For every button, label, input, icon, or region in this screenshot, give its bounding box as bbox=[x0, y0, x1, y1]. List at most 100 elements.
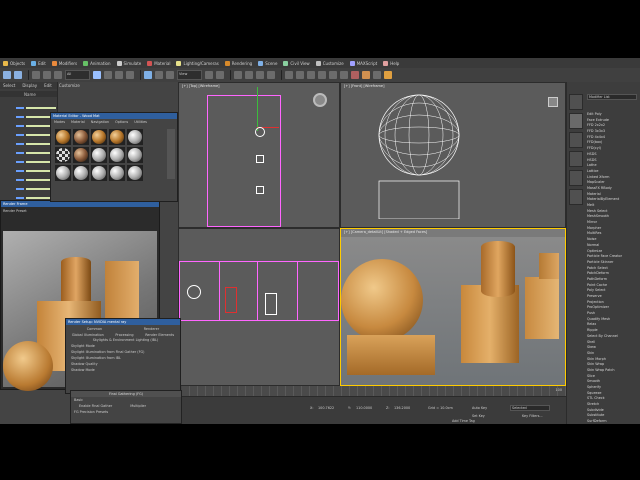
explorer-tab-edit[interactable]: Edit bbox=[44, 83, 52, 88]
unlink-icon[interactable] bbox=[43, 71, 51, 79]
tab-common[interactable]: Common bbox=[87, 327, 102, 331]
menu-item-customize[interactable]: Customize bbox=[315, 60, 344, 66]
move-icon[interactable] bbox=[144, 71, 152, 79]
me-menu-utilities[interactable]: Utilities bbox=[134, 120, 147, 124]
viewport-label[interactable]: [+] [Camera_detailLit] [Shaded + Edged F… bbox=[344, 230, 427, 234]
me-menu-material[interactable]: Material bbox=[71, 120, 85, 124]
rect-selection-icon[interactable] bbox=[115, 71, 123, 79]
material-slot[interactable] bbox=[73, 147, 89, 163]
z-coord-field[interactable]: 136.2000 bbox=[394, 406, 410, 410]
x-coord-field[interactable]: 100.7622 bbox=[318, 406, 334, 410]
set-key-button[interactable]: Set Key bbox=[472, 414, 485, 418]
tab-renderer[interactable]: Renderer bbox=[144, 327, 159, 331]
window-crossing-icon[interactable] bbox=[126, 71, 134, 79]
selection-filter-dropdown[interactable]: All bbox=[65, 70, 90, 80]
menu-item-scene[interactable]: Scene bbox=[258, 60, 277, 66]
viewport-perspective[interactable]: [+] [Camera_detailLit] [Shaded + Edged F… bbox=[340, 228, 566, 386]
sphere-base-box[interactable] bbox=[347, 335, 435, 375]
undo-icon[interactable] bbox=[3, 71, 11, 79]
viewport-left[interactable] bbox=[178, 228, 340, 386]
y-coord-field[interactable]: 110.0000 bbox=[356, 406, 372, 410]
link-icon[interactable] bbox=[32, 71, 40, 79]
redo-icon[interactable] bbox=[14, 71, 22, 79]
wood-sphere[interactable] bbox=[341, 259, 423, 341]
key-mode-dropdown[interactable]: Selected bbox=[510, 405, 550, 411]
material-editor-icon[interactable] bbox=[351, 71, 359, 79]
material-slot[interactable] bbox=[91, 129, 107, 145]
sphere-wireframe[interactable] bbox=[255, 127, 265, 137]
curve-editor-icon[interactable] bbox=[329, 71, 337, 79]
box-wireframe[interactable] bbox=[256, 155, 264, 163]
material-slot[interactable] bbox=[109, 165, 125, 181]
select-object-icon[interactable] bbox=[93, 71, 101, 79]
named-selection-icon[interactable] bbox=[285, 71, 293, 79]
key-filters-button[interactable]: Key Filters... bbox=[522, 414, 543, 418]
spinner-snap-icon[interactable] bbox=[267, 71, 275, 79]
menu-item-civil-view[interactable]: Civil View bbox=[283, 60, 310, 66]
bind-icon[interactable] bbox=[54, 71, 62, 79]
add-time-tag[interactable]: Add Time Tag bbox=[452, 419, 475, 423]
menu-item-objects[interactable]: Objects bbox=[3, 60, 25, 66]
explorer-tab-display[interactable]: Display bbox=[22, 83, 37, 88]
viewport-label[interactable]: [+] [Top] [Wireframe] bbox=[182, 84, 220, 88]
material-slot[interactable] bbox=[127, 165, 143, 181]
me-menu-options[interactable]: Options bbox=[115, 120, 128, 124]
front-box[interactable] bbox=[461, 285, 519, 363]
percent-snap-icon[interactable] bbox=[256, 71, 264, 79]
material-slot[interactable] bbox=[127, 129, 143, 145]
pivot-icon[interactable] bbox=[205, 71, 213, 79]
menu-item-maxscript[interactable]: MAXScript bbox=[349, 60, 377, 66]
material-slot[interactable] bbox=[55, 165, 71, 181]
explorer-tab-select[interactable]: Select bbox=[3, 83, 15, 88]
material-slot[interactable] bbox=[91, 147, 107, 163]
small-box[interactable] bbox=[539, 253, 559, 279]
modifier-list-dropdown[interactable]: Modifier List bbox=[587, 94, 637, 100]
select-manipulate-icon[interactable] bbox=[216, 71, 224, 79]
material-slot[interactable] bbox=[55, 129, 71, 145]
box-wireframe[interactable] bbox=[265, 293, 277, 315]
explorer-tab-customize[interactable]: Customize bbox=[59, 83, 80, 88]
box-wireframe[interactable] bbox=[256, 186, 264, 194]
me-menu-navigation[interactable]: Navigation bbox=[91, 120, 109, 124]
rendered-frame-icon[interactable] bbox=[373, 71, 381, 79]
hierarchy-tab[interactable] bbox=[569, 132, 583, 148]
layers-icon[interactable] bbox=[318, 71, 326, 79]
viewport-top[interactable]: [+] [Top] [Wireframe] bbox=[178, 82, 340, 228]
material-editor-side-toolbar[interactable] bbox=[167, 129, 175, 179]
material-slot[interactable] bbox=[127, 147, 143, 163]
material-slot[interactable] bbox=[109, 129, 125, 145]
mirror-icon[interactable] bbox=[296, 71, 304, 79]
rotate-icon[interactable] bbox=[155, 71, 163, 79]
wood-cylinder[interactable] bbox=[481, 241, 515, 297]
timeline[interactable]: 100 bbox=[182, 386, 566, 396]
menu-item-modifiers[interactable]: Modifiers bbox=[51, 60, 77, 66]
display-tab[interactable] bbox=[569, 170, 583, 186]
menu-item-animation[interactable]: Animation bbox=[83, 60, 111, 66]
menu-item-material[interactable]: Material bbox=[147, 60, 170, 66]
material-slot[interactable] bbox=[91, 165, 107, 181]
angle-snap-icon[interactable] bbox=[245, 71, 253, 79]
schematic-view-icon[interactable] bbox=[340, 71, 348, 79]
material-slot[interactable] bbox=[73, 165, 89, 181]
viewport-label[interactable]: [+] [Front] [Wireframe] bbox=[344, 84, 384, 88]
modify-tab[interactable] bbox=[569, 113, 583, 129]
menu-item-help[interactable]: Help bbox=[383, 60, 399, 66]
render-production-icon[interactable] bbox=[384, 71, 392, 79]
select-by-name-icon[interactable] bbox=[104, 71, 112, 79]
material-slot[interactable] bbox=[55, 147, 71, 163]
back-box[interactable] bbox=[525, 277, 559, 339]
viewport-front[interactable]: [+] [Front] [Wireframe] bbox=[340, 82, 566, 228]
snap-toggle-icon[interactable] bbox=[234, 71, 242, 79]
viewcube-icon[interactable] bbox=[313, 93, 327, 107]
material-slot[interactable] bbox=[73, 129, 89, 145]
menu-item-lighting-cameras[interactable]: Lighting/Cameras bbox=[176, 60, 219, 66]
auto-key-button[interactable]: Auto Key bbox=[472, 406, 487, 410]
box-wireframe-selected[interactable] bbox=[225, 287, 237, 313]
reference-coord-dropdown[interactable]: View bbox=[177, 70, 202, 80]
menu-item-edit[interactable]: Edit bbox=[31, 60, 46, 66]
viewcube-icon[interactable] bbox=[548, 97, 558, 107]
menu-item-simulate[interactable]: Simulate bbox=[116, 60, 141, 66]
menu-item-rendering[interactable]: Rendering bbox=[224, 60, 252, 66]
material-slot[interactable] bbox=[109, 147, 125, 163]
render-setup-icon[interactable] bbox=[362, 71, 370, 79]
